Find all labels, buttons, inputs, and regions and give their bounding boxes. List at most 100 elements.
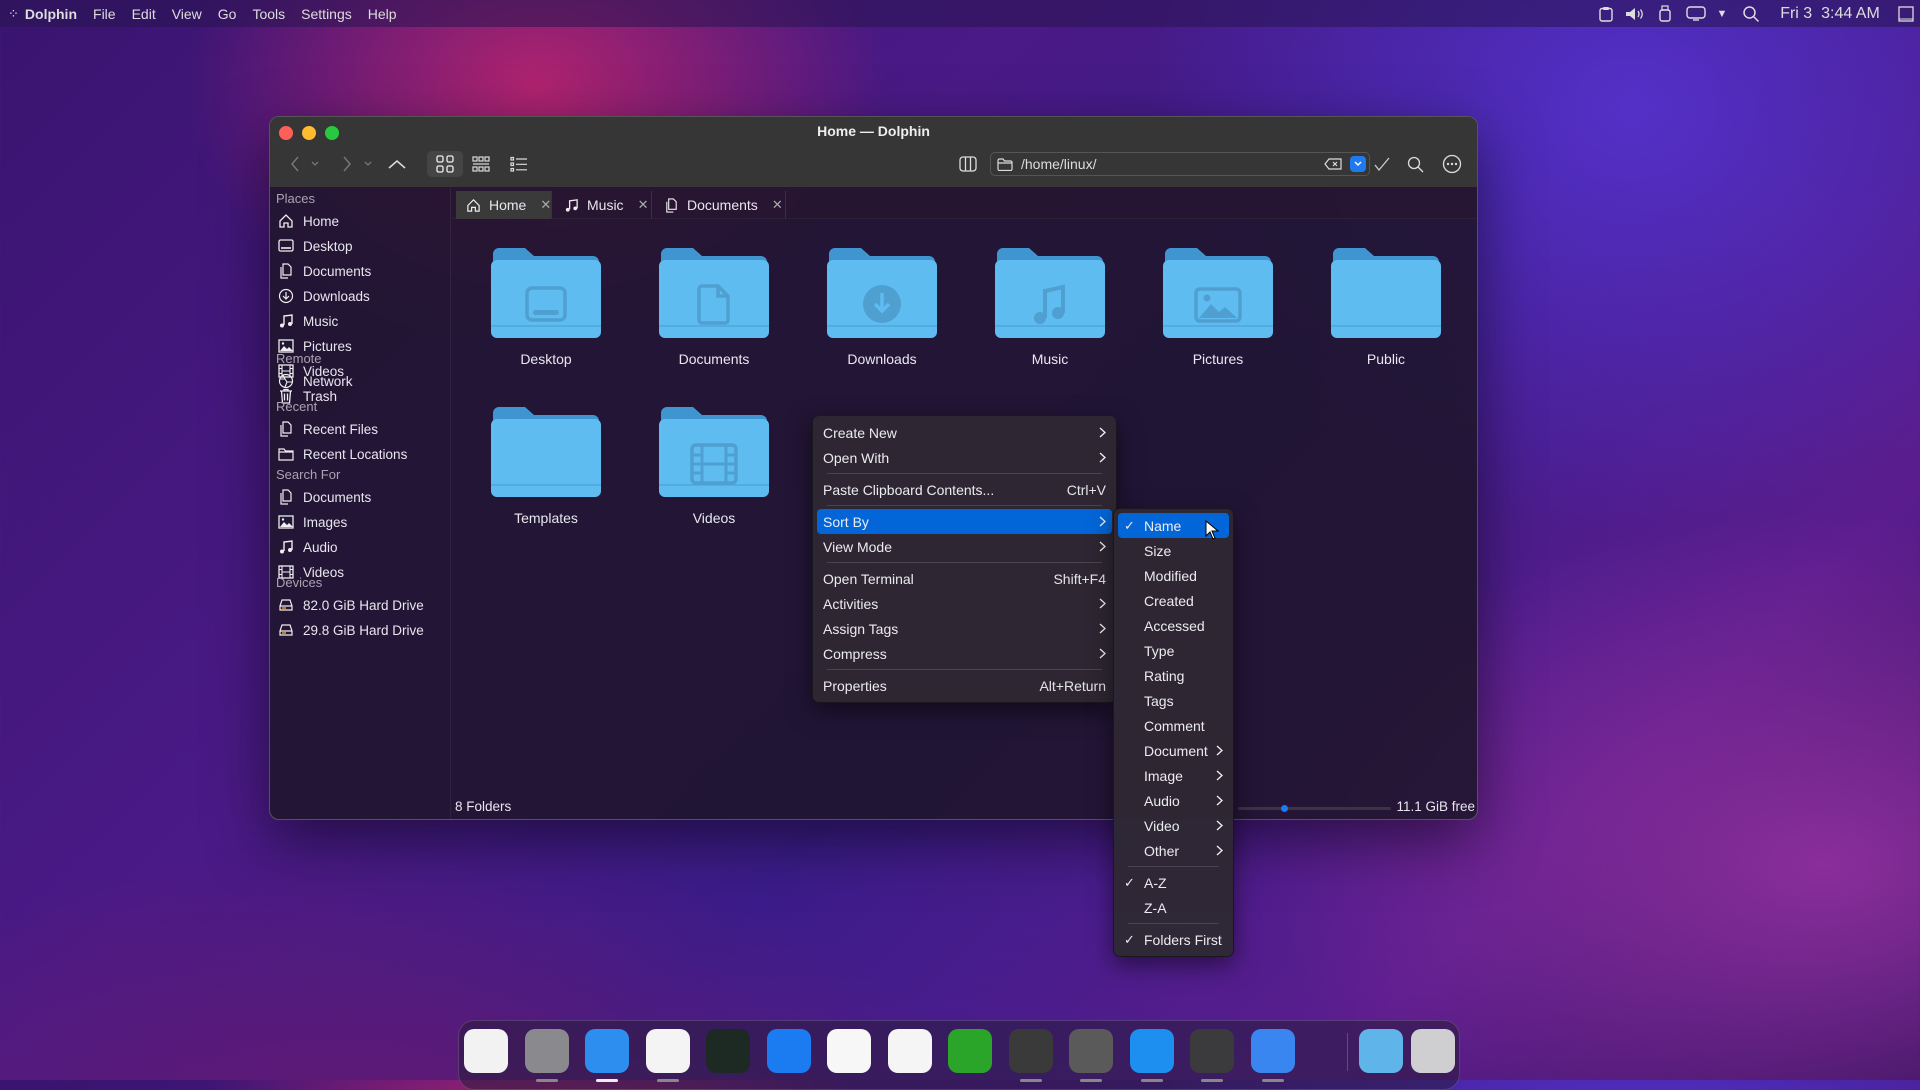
folder-item-downloads[interactable]: Downloads: [807, 246, 957, 367]
folder-item-videos[interactable]: Videos: [639, 405, 789, 526]
menu-item-rating[interactable]: Rating: [1118, 663, 1229, 688]
menu-item-view-mode[interactable]: View Mode: [817, 534, 1112, 559]
back-history-dropdown[interactable]: [308, 151, 322, 177]
usb-drive-icon[interactable]: [1657, 0, 1673, 27]
preview-icon[interactable]: [887, 1029, 932, 1073]
show-desktop-icon[interactable]: [1897, 0, 1915, 27]
sidebar-item-82-0-gib-hard-drive[interactable]: 82.0 GiB Hard Drive: [278, 594, 424, 616]
menu-item-paste-clipboard-contents[interactable]: Paste Clipboard Contents... Ctrl+V: [817, 477, 1112, 502]
menu-item-tags[interactable]: Tags: [1118, 688, 1229, 713]
menu-item-properties[interactable]: Properties Alt+Return: [817, 673, 1112, 698]
menu-item-accessed[interactable]: Accessed: [1118, 613, 1229, 638]
details-view-button[interactable]: [504, 151, 534, 177]
menu-item-image[interactable]: Image: [1118, 763, 1229, 788]
sidebar-item-desktop[interactable]: Desktop: [278, 235, 353, 257]
close-tab-icon[interactable]: ✕: [638, 197, 649, 213]
firefox-icon[interactable]: [645, 1029, 690, 1073]
display-icon[interactable]: [1685, 0, 1707, 27]
menu-item-type[interactable]: Type: [1118, 638, 1229, 663]
sidebar-item-music[interactable]: Music: [278, 310, 338, 332]
menu-item-document[interactable]: Document: [1118, 738, 1229, 763]
zoom-slider-handle[interactable]: [1280, 805, 1288, 812]
hamburger-menu-button[interactable]: [1440, 151, 1464, 177]
location-bar[interactable]: /home/linux/: [990, 152, 1370, 176]
sidebar-item-images[interactable]: Images: [278, 511, 347, 533]
clear-location-icon[interactable]: [1324, 158, 1342, 170]
up-button[interactable]: [386, 151, 408, 177]
spreadsheet-icon[interactable]: [948, 1029, 992, 1073]
back-button[interactable]: [284, 151, 306, 177]
menu-item-modified[interactable]: Modified: [1118, 563, 1229, 588]
widgets-icon[interactable]: [1250, 1029, 1295, 1073]
trash-icon[interactable]: [1411, 1029, 1455, 1073]
menu-item-video[interactable]: Video: [1118, 813, 1229, 838]
sidebar-item-downloads[interactable]: Downloads: [278, 285, 370, 307]
folder-item-documents[interactable]: Documents: [639, 246, 789, 367]
volume-icon[interactable]: [1624, 0, 1646, 27]
menu-view[interactable]: View: [164, 6, 210, 22]
sidebar-item-audio[interactable]: Audio: [278, 536, 338, 558]
folder-item-templates[interactable]: Templates: [471, 405, 621, 526]
launchpad-icon[interactable]: [464, 1029, 508, 1073]
menu-item-a-z[interactable]: ✓ A-Z: [1118, 870, 1229, 895]
menu-item-sort-by[interactable]: Sort By: [817, 509, 1112, 534]
menu-item-comment[interactable]: Comment: [1118, 713, 1229, 738]
app-menu[interactable]: Dolphin: [21, 6, 85, 22]
downloads-folder-icon[interactable]: [1359, 1029, 1403, 1073]
confirm-location-icon[interactable]: [1370, 151, 1394, 177]
clipboard-icon[interactable]: [1596, 0, 1616, 27]
menu-file[interactable]: File: [85, 6, 124, 22]
menu-item-create-new[interactable]: Create New: [817, 420, 1112, 445]
folder-item-pictures[interactable]: Pictures: [1143, 246, 1293, 367]
menu-item-z-a[interactable]: Z-A: [1118, 895, 1229, 920]
zoom-slider[interactable]: [1238, 805, 1391, 812]
forward-button[interactable]: [336, 151, 358, 177]
kvantum-icon[interactable]: [1069, 1029, 1113, 1073]
search-icon[interactable]: [1741, 0, 1761, 27]
menu-edit[interactable]: Edit: [124, 6, 164, 22]
tab-documents[interactable]: Documents ✕: [654, 191, 786, 219]
screenshot-icon[interactable]: [1190, 1029, 1234, 1073]
menu-go[interactable]: Go: [210, 6, 245, 22]
tray-dropdown-icon[interactable]: ▼: [1715, 0, 1729, 27]
tab-music[interactable]: Music ✕: [554, 191, 652, 219]
menu-item-audio[interactable]: Audio: [1118, 788, 1229, 813]
sidebar-item-documents[interactable]: Documents: [278, 486, 371, 508]
system-settings-icon[interactable]: [524, 1029, 569, 1073]
inkscape-icon[interactable]: [1008, 1029, 1053, 1073]
close-tab-icon[interactable]: ✕: [772, 197, 783, 213]
menu-item-compress[interactable]: Compress: [817, 641, 1112, 666]
icons-view-button[interactable]: [427, 151, 463, 177]
sidebar-item-recent-files[interactable]: Recent Files: [278, 418, 378, 440]
location-path-input[interactable]: /home/linux/: [1021, 156, 1096, 172]
menu-item-open-with[interactable]: Open With: [817, 445, 1112, 470]
split-view-button[interactable]: [956, 151, 980, 177]
photos-icon[interactable]: [827, 1029, 871, 1073]
menu-item-folders-first[interactable]: ✓ Folders First: [1118, 927, 1229, 952]
clock[interactable]: Fri 3 3:44 AM: [1771, 0, 1889, 27]
menu-item-created[interactable]: Created: [1118, 588, 1229, 613]
tab-home[interactable]: Home ✕: [456, 191, 552, 219]
menu-item-activities[interactable]: Activities: [817, 591, 1112, 616]
compact-view-button[interactable]: [466, 151, 496, 177]
app-store-icon[interactable]: [766, 1029, 811, 1073]
folder-item-desktop[interactable]: Desktop: [471, 246, 621, 367]
close-tab-icon[interactable]: ✕: [540, 197, 551, 213]
kite-icon[interactable]: [1129, 1029, 1174, 1073]
menu-tools[interactable]: Tools: [244, 6, 293, 22]
menu-item-open-terminal[interactable]: Open Terminal Shift+F4: [817, 566, 1112, 591]
finder-icon[interactable]: [585, 1029, 629, 1073]
sidebar-item-recent-locations[interactable]: Recent Locations: [278, 443, 407, 465]
location-history-dropdown[interactable]: [1350, 156, 1366, 172]
system-monitor-icon[interactable]: [706, 1029, 750, 1073]
folder-item-public[interactable]: Public: [1311, 246, 1461, 367]
sidebar-item-documents[interactable]: Documents: [278, 260, 371, 282]
search-button[interactable]: [1403, 151, 1427, 177]
forward-history-dropdown[interactable]: [361, 151, 375, 177]
menu-settings[interactable]: Settings: [293, 6, 360, 22]
sidebar-item-network[interactable]: Network: [278, 370, 353, 392]
menu-help[interactable]: Help: [360, 6, 405, 22]
sidebar-item-home[interactable]: Home: [278, 210, 339, 232]
menu-item-assign-tags[interactable]: Assign Tags: [817, 616, 1112, 641]
sidebar-item-29-8-gib-hard-drive[interactable]: 29.8 GiB Hard Drive: [278, 619, 424, 641]
